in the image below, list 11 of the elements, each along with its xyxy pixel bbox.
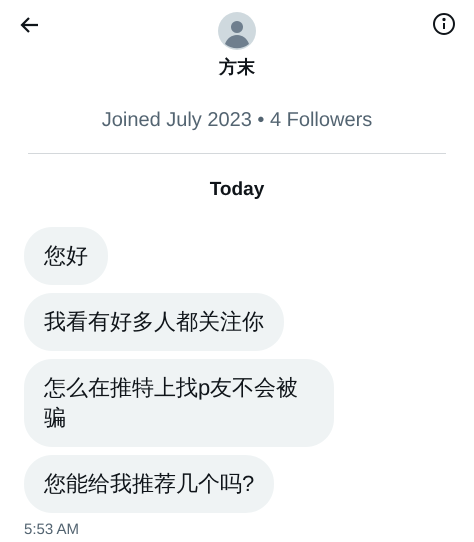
info-button[interactable]	[432, 12, 456, 36]
day-label: Today	[210, 178, 264, 202]
message-bubble: 怎么在推特上找p友不会被骗	[24, 358, 334, 446]
message-time: 5:53 AM	[23, 520, 80, 540]
avatar-icon[interactable]	[218, 12, 256, 50]
message-bubble: 您能给我推荐几个吗?	[24, 454, 274, 512]
joined-info: Joined July 2023 • 4 Followers	[102, 108, 372, 133]
contact-name: 方末	[219, 56, 255, 79]
message-bubble: 您好	[24, 226, 108, 284]
message-bubble: 我看有好多人都关注你	[24, 292, 284, 350]
info-icon	[432, 12, 456, 36]
